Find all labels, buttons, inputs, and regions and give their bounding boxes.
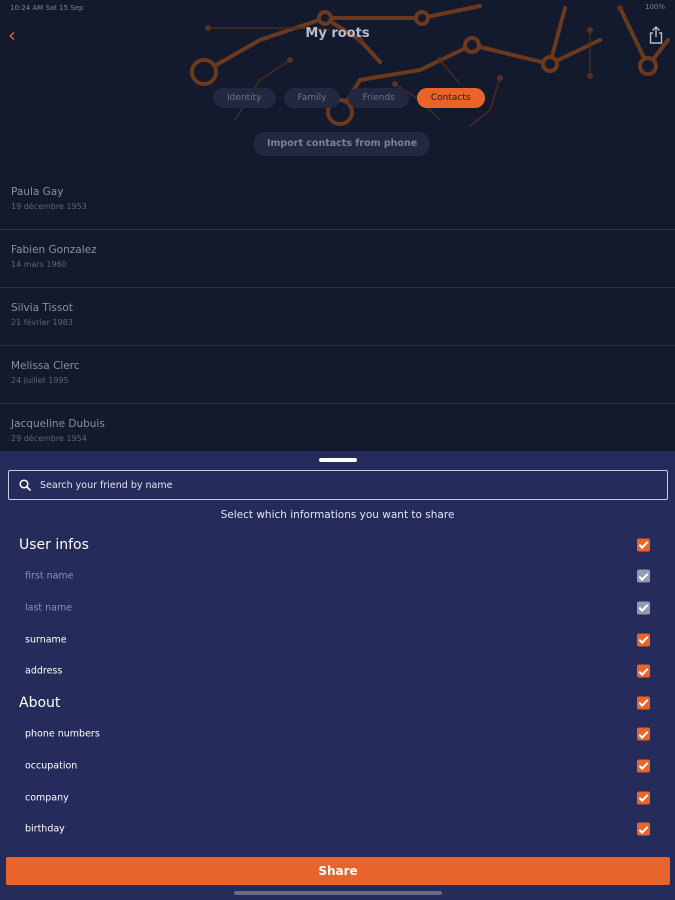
home-indicator — [234, 891, 442, 895]
contact-row[interactable]: Melissa Clerc 24 juillet 1995 — [0, 346, 675, 404]
section-about: About — [0, 687, 675, 719]
contact-name: Silvia Tissot — [11, 302, 73, 314]
status-time: 10:24 AM Sat 15 Sep — [10, 4, 84, 12]
tab-contacts[interactable]: Contacts — [416, 88, 485, 108]
section-user-infos: User infos — [0, 529, 675, 561]
status-battery: 100% — [644, 3, 665, 11]
search-input[interactable] — [40, 479, 640, 491]
contact-date: 24 juillet 1995 — [11, 376, 69, 385]
search-field[interactable] — [8, 470, 668, 500]
option-label: address — [25, 665, 63, 677]
contact-date: 21 février 1983 — [11, 318, 73, 327]
contact-name: Paula Gay — [11, 186, 64, 198]
share-options-list: User infos first name last name surname … — [0, 529, 675, 845]
contact-date: 29 décembre 1954 — [11, 434, 87, 443]
export-button[interactable] — [649, 26, 665, 44]
address-checkbox[interactable] — [637, 664, 650, 678]
tab-family[interactable]: Family — [283, 88, 341, 108]
contact-row[interactable]: Paula Gay 19 décembre 1953 — [0, 172, 675, 230]
phone-numbers-checkbox[interactable] — [637, 727, 650, 741]
option-address: address — [0, 655, 675, 687]
contact-list: Paula Gay 19 décembre 1953 Fabien Gonzal… — [0, 172, 675, 462]
option-birthday: birthday — [0, 813, 675, 845]
contact-name: Fabien Gonzalez — [11, 244, 97, 256]
share-icon — [649, 26, 663, 44]
birthday-checkbox[interactable] — [637, 822, 650, 836]
surname-checkbox[interactable] — [637, 633, 650, 647]
last-name-checkbox[interactable] — [637, 601, 650, 615]
tab-bar: Identity Family Friends Contacts — [213, 88, 485, 108]
tab-identity[interactable]: Identity — [213, 88, 276, 108]
contact-date: 14 mars 1960 — [11, 260, 67, 269]
option-occupation: occupation — [0, 750, 675, 782]
option-phone-numbers: phone numbers — [0, 719, 675, 751]
status-bar: 10:24 AM Sat 15 Sep — [0, 0, 675, 16]
option-label: phone numbers — [25, 728, 100, 740]
section-label: About — [19, 694, 61, 711]
option-first-name: first name — [0, 561, 675, 593]
user-infos-checkbox[interactable] — [637, 538, 650, 552]
tab-friends[interactable]: Friends — [348, 88, 409, 108]
option-label: surname — [25, 634, 67, 646]
occupation-checkbox[interactable] — [637, 759, 650, 773]
option-surname: surname — [0, 624, 675, 656]
option-label: company — [25, 792, 69, 804]
share-instructions: Select which informations you want to sh… — [220, 509, 455, 521]
share-button[interactable]: Share — [6, 857, 670, 885]
sheet-drag-handle[interactable] — [319, 458, 357, 462]
page-title: My roots — [305, 26, 370, 41]
company-checkbox[interactable] — [637, 791, 650, 805]
import-contacts-button[interactable]: Import contacts from phone — [254, 132, 431, 156]
share-bottom-sheet: Select which informations you want to sh… — [0, 451, 675, 900]
search-icon — [19, 479, 31, 491]
about-checkbox[interactable] — [637, 696, 650, 710]
option-company: company — [0, 782, 675, 814]
option-last-name: last name — [0, 592, 675, 624]
contact-name: Melissa Clerc — [11, 360, 80, 372]
option-label: first name — [25, 570, 74, 582]
option-label: birthday — [25, 823, 65, 835]
first-name-checkbox[interactable] — [637, 569, 650, 583]
contact-row[interactable]: Fabien Gonzalez 14 mars 1960 — [0, 230, 675, 288]
option-label: occupation — [25, 760, 78, 772]
option-label: last name — [25, 602, 73, 614]
section-label: User infos — [19, 536, 89, 553]
contact-name: Jacqueline Dubuis — [11, 418, 105, 430]
contact-date: 19 décembre 1953 — [11, 202, 87, 211]
contact-row[interactable]: Silvia Tissot 21 février 1983 — [0, 288, 675, 346]
